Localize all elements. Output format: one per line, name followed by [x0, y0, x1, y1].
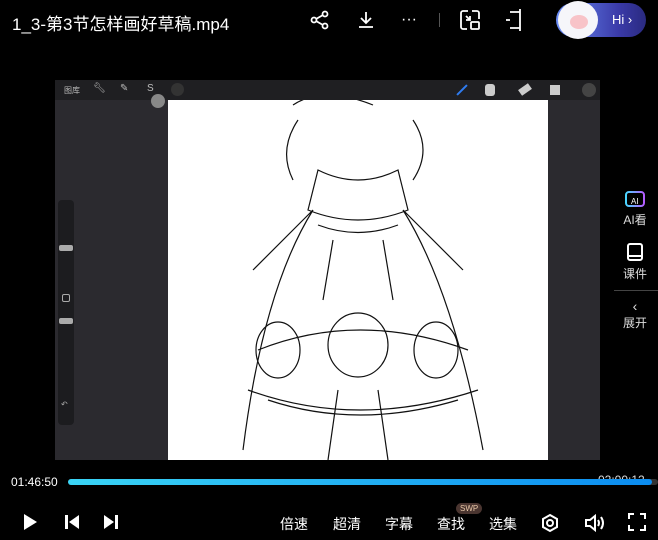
- adjust-icon: ✎: [120, 83, 128, 94]
- layers-icon: [550, 85, 560, 95]
- share-icon[interactable]: [308, 8, 332, 32]
- video-title: 1_3-第3节怎样画好草稿.mp4: [12, 10, 229, 35]
- modify-button-icon: [62, 294, 70, 302]
- download-icon[interactable]: [354, 8, 378, 32]
- volume-icon[interactable]: [584, 513, 606, 538]
- ai-label: AI看: [612, 211, 658, 228]
- ai-icon: AI: [625, 190, 645, 208]
- previous-button[interactable]: [64, 514, 80, 535]
- hi-label: Hi ›: [612, 12, 632, 27]
- ai-assistant-button[interactable]: Hi ›: [556, 3, 646, 37]
- next-button[interactable]: [103, 514, 119, 535]
- subtitle-button[interactable]: 字幕: [385, 514, 413, 534]
- episodes-button[interactable]: 选集: [489, 514, 517, 534]
- play-button[interactable]: [22, 513, 38, 536]
- svg-text:AI: AI: [631, 197, 639, 206]
- quality-button[interactable]: 超清: [333, 514, 361, 534]
- selection-icon: S: [147, 83, 154, 94]
- expand-button[interactable]: ‹ 展开: [612, 298, 658, 331]
- fullscreen-icon[interactable]: [628, 513, 646, 536]
- smudge-icon: [485, 84, 495, 96]
- opacity-slider-handle: [59, 318, 73, 324]
- courseware-icon: [626, 242, 644, 262]
- search-button[interactable]: 查找: [437, 514, 465, 534]
- chevron-left-icon: ‹: [612, 298, 658, 314]
- brush-cursor: [151, 94, 165, 108]
- ai-watch-button[interactable]: AI AI看: [612, 190, 658, 228]
- undo-icon: ↶: [61, 400, 68, 409]
- search-badge: SWP: [456, 503, 482, 514]
- color-icon: [582, 83, 596, 97]
- window-mode-icon[interactable]: [503, 8, 527, 32]
- transform-icon: [171, 83, 184, 96]
- size-slider-handle: [59, 245, 73, 251]
- speed-button[interactable]: 倍速: [280, 514, 308, 534]
- gallery-label: 图库: [64, 85, 80, 96]
- more-icon[interactable]: ···: [397, 8, 421, 32]
- divider: [439, 13, 440, 27]
- settings-icon[interactable]: [540, 513, 560, 538]
- brush-icon: [456, 84, 467, 95]
- picture-in-picture-icon[interactable]: [458, 8, 482, 32]
- procreate-toolbar: 图库 🔧︎ ✎ S: [55, 80, 600, 100]
- courseware-label: 课件: [612, 265, 658, 282]
- expand-label: 展开: [612, 314, 658, 331]
- procreate-sidebar: ↶: [58, 200, 74, 425]
- eraser-icon: [518, 83, 532, 96]
- divider: [614, 290, 658, 291]
- mascot-avatar: [558, 1, 598, 39]
- courseware-button[interactable]: 课件: [612, 242, 658, 282]
- video-frame[interactable]: 图库 🔧︎ ✎ S ↶: [55, 80, 600, 460]
- progress-fill: [68, 479, 652, 485]
- dress-sketch: [168, 100, 548, 460]
- drawing-canvas: [168, 100, 548, 460]
- wrench-icon: 🔧︎: [93, 83, 106, 94]
- current-time: 01:46:50: [11, 475, 58, 489]
